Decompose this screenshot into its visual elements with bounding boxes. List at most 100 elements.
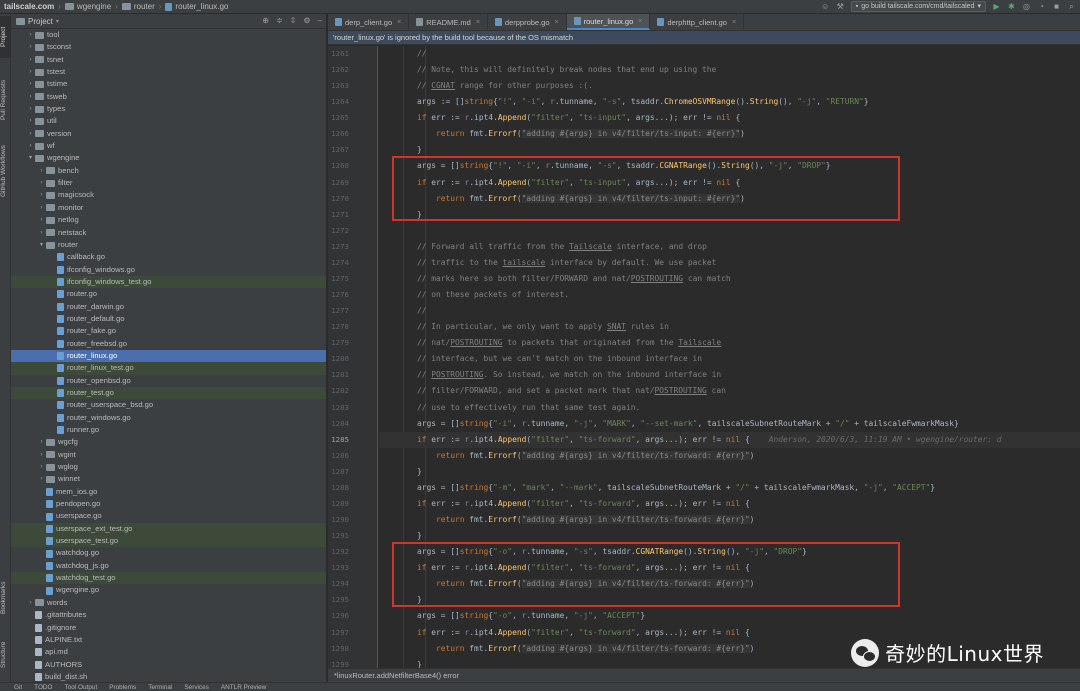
chevron-right-icon[interactable]: › — [26, 103, 35, 115]
crumb-file[interactable]: router_linux.go — [175, 2, 228, 11]
tool-window-problems[interactable]: Problems — [109, 684, 136, 691]
chevron-right-icon[interactable]: › — [26, 41, 35, 53]
code-line[interactable]: return fmt.Errorf("adding #{args} in v4/… — [379, 512, 1080, 528]
tree-folder-item[interactable]: › tsweb — [11, 91, 326, 103]
tool-window-todo[interactable]: TODO — [34, 684, 52, 691]
tool-tab-github-workflows[interactable]: GitHub Workflows — [0, 136, 11, 206]
collapse-all-icon[interactable]: ≑ — [276, 16, 283, 26]
code-line[interactable] — [379, 223, 1080, 239]
editor-tab[interactable]: derp_client.go × — [328, 14, 410, 30]
chevron-right-icon[interactable]: › — [37, 473, 46, 485]
tree-file-item[interactable]: userspace.go — [11, 510, 326, 522]
tree-file-item[interactable]: mem_ios.go — [11, 486, 326, 498]
locate-file-icon[interactable]: ⊕ — [262, 16, 269, 26]
chevron-right-icon[interactable]: › — [37, 227, 46, 239]
tree-file-item[interactable]: router_openbsd.go — [11, 375, 326, 387]
chevron-right-icon[interactable]: › — [37, 449, 46, 461]
tool-window-terminal[interactable]: Terminal — [148, 684, 172, 691]
tree-file-item[interactable]: router_test.go — [11, 386, 326, 400]
tree-file-item[interactable]: runner.go — [11, 424, 326, 436]
chevron-right-icon[interactable]: › — [26, 91, 35, 103]
tree-file-item[interactable]: wgengine.go — [11, 584, 326, 596]
code-area[interactable]: 1261 1262 1263 1264 1265 1266 1267 1268 1269 1270… — [328, 46, 1080, 682]
editor-tab[interactable]: derphttp_client.go × — [650, 14, 745, 30]
tree-folder-item[interactable]: ▾ router — [11, 239, 326, 251]
tree-folder-item[interactable]: › filter — [11, 177, 326, 189]
tree-file-item[interactable]: AUTHORS — [11, 659, 326, 671]
tree-folder-item[interactable]: › tool — [11, 29, 326, 41]
tree-file-item[interactable]: callback.go — [11, 251, 326, 263]
crumb-wgengine[interactable]: wgengine — [77, 2, 111, 11]
chevron-down-icon[interactable]: ▾ — [26, 152, 35, 164]
chevron-right-icon[interactable]: › — [37, 214, 46, 226]
tree-file-item[interactable]: api.md — [11, 646, 326, 658]
close-icon[interactable]: × — [555, 19, 559, 26]
chevron-right-icon[interactable]: › — [26, 128, 35, 140]
chevron-right-icon[interactable]: › — [37, 165, 46, 177]
tree-file-item[interactable]: router_linux.go — [11, 349, 326, 363]
tree-file-item[interactable]: router_default.go — [11, 313, 326, 325]
chevron-down-icon[interactable]: ▾ — [56, 18, 59, 25]
debug-icon[interactable]: ✱ — [1007, 2, 1016, 11]
chevron-right-icon[interactable]: › — [26, 597, 35, 609]
tree-folder-item[interactable]: › netstack — [11, 227, 326, 239]
tree-folder-item[interactable]: › winnet — [11, 473, 326, 485]
stop-icon[interactable]: ■ — [1052, 2, 1061, 11]
chevron-right-icon[interactable]: › — [26, 140, 35, 152]
crumb-router[interactable]: router — [134, 2, 155, 11]
chevron-right-icon[interactable]: › — [26, 115, 35, 127]
tree-folder-item[interactable]: › monitor — [11, 202, 326, 214]
close-icon[interactable]: × — [397, 19, 401, 26]
tree-file-item[interactable]: router_freebsd.go — [11, 338, 326, 350]
tree-folder-item[interactable]: › bench — [11, 165, 326, 177]
expand-icon[interactable]: ⇳ — [290, 16, 297, 26]
tree-file-item[interactable]: watchdog.go — [11, 547, 326, 559]
tree-file-item[interactable]: .gitignore — [11, 622, 326, 634]
chevron-right-icon[interactable]: › — [37, 177, 46, 189]
tree-folder-item[interactable]: › tstime — [11, 78, 326, 90]
chevron-right-icon[interactable]: › — [26, 54, 35, 66]
chevron-right-icon[interactable]: › — [37, 202, 46, 214]
tool-tab-project[interactable]: Project — [0, 16, 11, 58]
tree-folder-item[interactable]: › tsconst — [11, 41, 326, 53]
tree-file-item[interactable]: router_darwin.go — [11, 301, 326, 313]
tree-folder-item[interactable]: › tsnet — [11, 54, 326, 66]
close-icon[interactable]: × — [732, 19, 736, 26]
tool-window-antlr-preview[interactable]: ANTLR Preview — [221, 684, 266, 691]
editor-tab[interactable]: derpprobe.go × — [488, 14, 567, 30]
hide-panel-icon[interactable]: – — [318, 16, 322, 26]
tree-folder-item[interactable]: › wgint — [11, 449, 326, 461]
profile-icon[interactable]: ◔ — [1037, 2, 1046, 11]
settings-gear-icon[interactable]: ⚙ — [303, 16, 310, 26]
code-line[interactable]: } — [379, 464, 1080, 480]
tree-folder-item[interactable]: › wgcfg — [11, 436, 326, 448]
tree-folder-item[interactable]: › version — [11, 128, 326, 140]
tree-file-item[interactable]: router_userspace_bsd.go — [11, 399, 326, 411]
code-line[interactable]: // — [379, 46, 1080, 62]
code-line[interactable]: args = []string{"-o", r.tunname, "-j", "… — [379, 608, 1080, 624]
tree-file-item[interactable]: ALPINE.txt — [11, 634, 326, 646]
editor-breadcrumb[interactable]: *linuxRouter.addNetfilterBase4() error — [328, 668, 1080, 682]
chevron-right-icon[interactable]: › — [26, 66, 35, 78]
code-line[interactable]: // — [379, 303, 1080, 319]
code-line[interactable]: args = []string{"-m", "mark", "--mark", … — [379, 480, 1080, 496]
close-icon[interactable]: × — [638, 18, 642, 25]
code-line[interactable]: args = []string{"-i", r.tunname, "-j", "… — [379, 416, 1080, 432]
tree-file-item[interactable]: ifconfig_windows.go — [11, 264, 326, 276]
tool-window-git[interactable]: Git — [14, 684, 22, 691]
tree-folder-item[interactable]: ▾ wgengine — [11, 152, 326, 164]
code-line[interactable]: return fmt.Errorf("adding #{args} in v4/… — [379, 126, 1080, 142]
tool-tab-pull-requests[interactable]: Pull Requests — [0, 72, 11, 128]
code-line[interactable]: // filter/FORWARD, and set a packet mark… — [379, 383, 1080, 399]
tree-file-item[interactable]: router_fake.go — [11, 325, 326, 337]
code-line[interactable]: args := []string{"!", "-i", r.tunname, "… — [379, 94, 1080, 110]
tree-file-item[interactable]: userspace_test.go — [11, 535, 326, 548]
tree-folder-item[interactable]: › words — [11, 597, 326, 609]
tool-tab-structure[interactable]: Structure — [0, 634, 11, 676]
chevron-down-icon[interactable]: ▾ — [37, 239, 46, 251]
tree-folder-item[interactable]: › types — [11, 103, 326, 115]
tree-file-item[interactable]: pendopen.go — [11, 498, 326, 510]
code-line[interactable]: // Forward all traffic from the Tailscal… — [379, 239, 1080, 255]
line-number-gutter[interactable]: 1261 1262 1263 1264 1265 1266 1267 1268 1269 1270… — [328, 46, 378, 682]
code-line[interactable]: // use to effectively run that same test… — [379, 400, 1080, 416]
